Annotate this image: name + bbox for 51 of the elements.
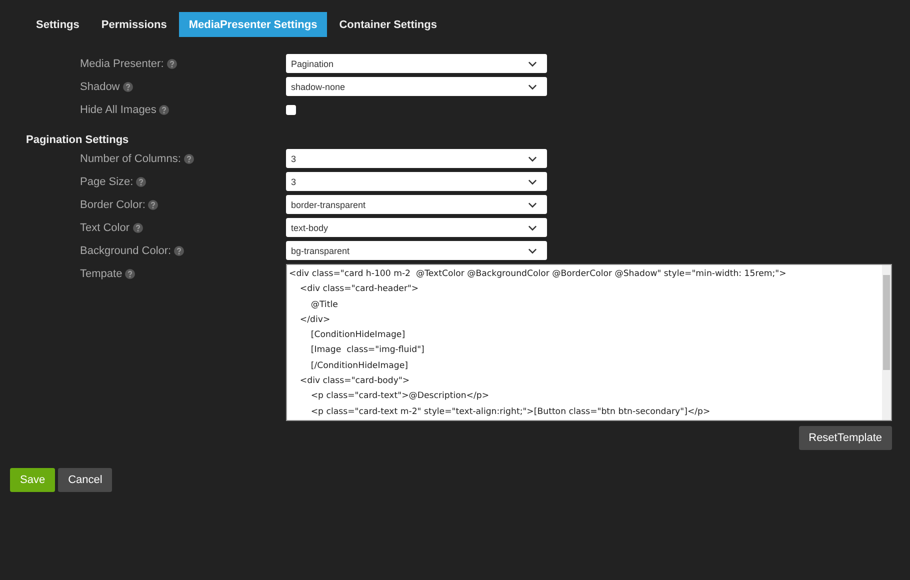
field-label: Border Color: <box>80 199 146 211</box>
field-label: Tempate <box>80 268 122 280</box>
scrollbar[interactable] <box>882 265 891 420</box>
field-label: Hide All Images <box>80 104 156 116</box>
code-line: </div> <box>298 314 332 327</box>
dropdown-field[interactable]: 3 <box>286 172 547 191</box>
code-line: [ConditionHideImage] <box>310 329 406 342</box>
field-label: Shadow <box>80 81 120 93</box>
code-line: <p class="card-text">@Description</p> <box>310 390 490 404</box>
field-label: Page Size: <box>80 176 134 188</box>
code-line: [/ConditionHideImage] <box>310 360 409 373</box>
chevron-down-icon <box>528 178 537 184</box>
code-line: <div class="card-body"> <box>298 375 411 388</box>
chevron-down-icon <box>528 224 537 230</box>
reset-template-button[interactable]: ResetTemplate <box>798 426 892 450</box>
checkbox[interactable] <box>286 105 296 115</box>
chevron-down-icon <box>528 202 537 208</box>
code-line: <p class="card-text m-2" style="text-align:right;">[Button class="btn btn-secondary"]</p> <box>310 406 712 419</box>
help-icon <box>148 200 158 210</box>
field-label: Background Color: <box>80 245 172 257</box>
tab[interactable]: Settings <box>26 12 90 37</box>
dropdown-field[interactable]: Pagination <box>286 54 547 73</box>
help-icon <box>159 105 170 115</box>
template-textarea[interactable] <box>286 264 892 421</box>
cancel-button[interactable]: Cancel <box>58 468 112 492</box>
tab[interactable]: Container Settings <box>329 12 447 37</box>
code-line: <div class="card h-100 m-2 @TextColor @BackgroundColor @BorderColor @Shadow" style="min-width: 15rem;"> <box>289 268 788 281</box>
help-icon <box>166 59 177 69</box>
help-icon <box>125 269 136 279</box>
dropdown-field[interactable]: shadow-none <box>286 77 547 96</box>
chevron-down-icon <box>528 60 537 66</box>
code-line: [Image class="img-fluid"] <box>310 344 426 358</box>
field-label: Text Color <box>80 222 130 234</box>
help-icon <box>174 246 184 256</box>
tab[interactable]: Permissions <box>91 12 177 37</box>
field-label: Number of Columns: <box>80 153 181 165</box>
field-label: Media Presenter: <box>80 58 164 70</box>
code-line: <div class="card-header"> <box>298 283 420 296</box>
dropdown-field[interactable]: 3 <box>286 149 547 168</box>
dropdown-field[interactable]: border-transparent <box>286 195 547 214</box>
help-icon <box>136 177 146 187</box>
chevron-down-icon <box>528 84 537 90</box>
help-icon <box>132 223 143 233</box>
section-title: Pagination Settings <box>25 133 130 148</box>
code-line: @Title <box>310 298 339 312</box>
chevron-down-icon <box>528 156 537 162</box>
chevron-down-icon <box>528 248 537 254</box>
help-icon <box>122 82 133 92</box>
help-icon <box>184 154 194 164</box>
dropdown-field[interactable]: bg-transparent <box>286 241 547 260</box>
dropdown-field[interactable]: text-body <box>286 218 547 237</box>
